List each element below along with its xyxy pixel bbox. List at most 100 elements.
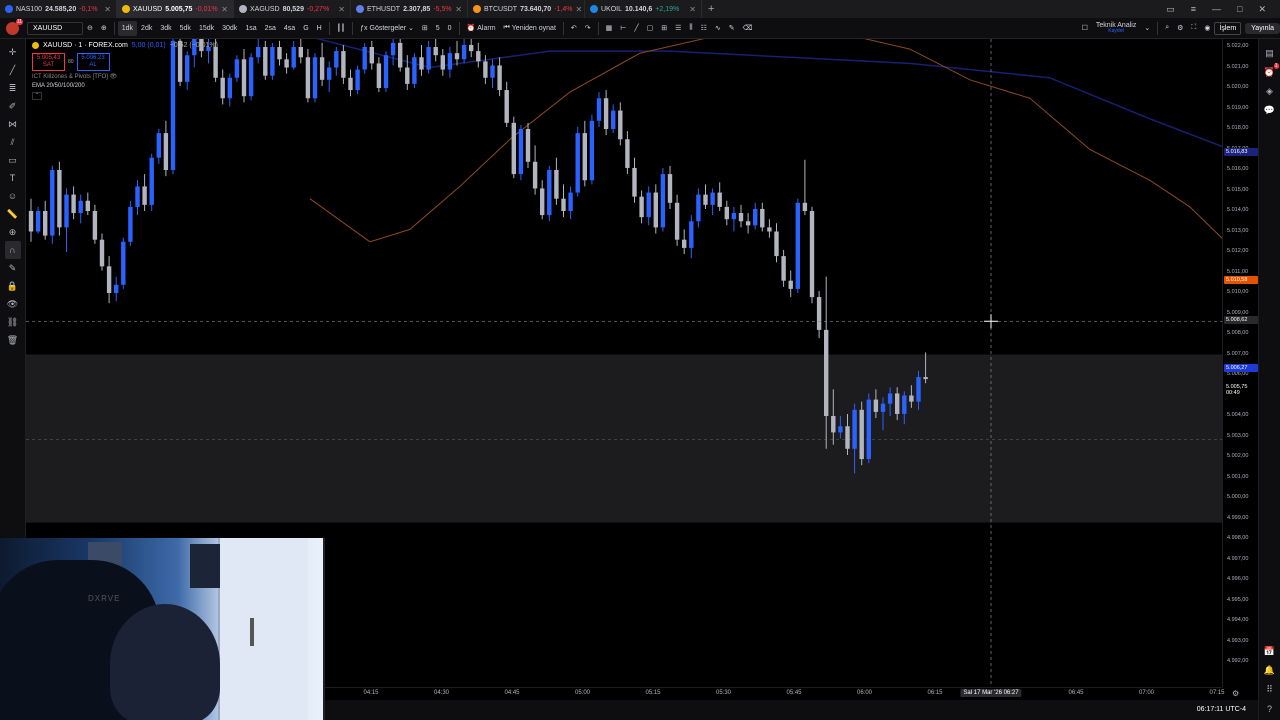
buy-button[interactable]: 5.006,23 AL	[76, 53, 110, 72]
avatar[interactable]: 11	[6, 18, 23, 35]
symbol-search[interactable]: XAUUSD	[27, 21, 83, 35]
link-icon[interactable]: ⛓	[5, 313, 21, 331]
sell-button[interactable]: 5.005,43 SAT	[32, 53, 65, 72]
trend-line-icon[interactable]: ╱	[630, 18, 642, 39]
indicator-ema[interactable]: EMA 20/50/100/200	[32, 83, 218, 89]
interval-4h[interactable]: 4sa	[280, 18, 299, 39]
fib-retracement-icon[interactable]: ≣	[5, 79, 21, 97]
close-window-icon[interactable]: ✕	[1258, 4, 1266, 15]
trade-button[interactable]: İşlem	[1214, 21, 1242, 35]
calendar-icon[interactable]: 📅	[1262, 642, 1278, 661]
indicators-button[interactable]: ƒx Göstergeler ⌄	[356, 18, 418, 39]
chart-line-icon[interactable]: ∿	[711, 18, 725, 39]
lock-icon[interactable]: 🔒	[5, 277, 21, 295]
interval-week[interactable]: H	[313, 18, 326, 39]
tab-ethusdt[interactable]: ETHUSDT 2.307,85 -5,5% ✕	[351, 0, 468, 18]
close-icon[interactable]: ✕	[455, 5, 462, 14]
fullscreen-icon[interactable]: ⛶	[1187, 18, 1200, 39]
pattern-icon[interactable]: ☷	[697, 18, 711, 39]
redo-icon[interactable]: ↷	[581, 18, 595, 39]
eraser-icon[interactable]: ⌫	[739, 18, 757, 39]
help-icon[interactable]: ?	[1262, 699, 1278, 718]
close-icon[interactable]: ✕	[104, 5, 111, 14]
ruler-icon[interactable]: 📏	[5, 205, 21, 223]
fib-icon[interactable]: ⊞	[657, 18, 671, 39]
brush-icon[interactable]: ✎	[725, 18, 739, 39]
interval-30m[interactable]: 30dk	[218, 18, 241, 39]
grid-icon[interactable]: ▦	[602, 18, 617, 39]
collapse-legend-icon[interactable]: ⌃	[32, 92, 42, 101]
alerts-icon[interactable]: ⏰ 1	[1262, 63, 1279, 82]
interval-3m[interactable]: 3dk	[156, 18, 175, 39]
tab-xagusd[interactable]: XAGUSD 80,529 -0,27% ✕	[234, 0, 351, 18]
crosshair-icon[interactable]: ✛	[5, 43, 21, 61]
legend-title[interactable]: XAUUSD · 1 · FOREX.com	[43, 42, 128, 49]
checkbox-icon[interactable]: ☐	[1078, 18, 1092, 39]
pattern-icon[interactable]: ⋈	[5, 115, 21, 133]
layers-icon[interactable]: ◈	[1262, 82, 1278, 101]
apps-icon[interactable]: ⠿	[1262, 680, 1278, 699]
interval-5m[interactable]: 5dk	[176, 18, 195, 39]
minimize-icon[interactable]: —	[1212, 4, 1221, 15]
search-icon[interactable]: ⌕	[1161, 18, 1173, 39]
horizontal-line-icon[interactable]: ⊢	[616, 18, 630, 39]
zoom-icon[interactable]: ⊕	[5, 223, 21, 241]
close-icon[interactable]: ✕	[689, 5, 696, 14]
brush-icon[interactable]: ✐	[5, 97, 21, 115]
templates-icon[interactable]: ⊞	[418, 18, 432, 39]
rectangle-icon[interactable]: ▭	[5, 151, 21, 169]
templates-count[interactable]: 5	[432, 18, 444, 39]
tab-btcusdt[interactable]: BTCUSDT 73.640,70 -1,4% ✕	[468, 0, 585, 18]
tab-ukoil[interactable]: UKOIL 10.140,6 +2,19% ✕	[585, 0, 702, 18]
watchlist-icon[interactable]: ▤	[1262, 44, 1278, 63]
close-icon[interactable]: ✕	[221, 5, 228, 14]
close-icon[interactable]: ✕	[576, 5, 583, 14]
interval-15m[interactable]: 15dk	[195, 18, 218, 39]
trash-icon[interactable]: 🗑	[5, 331, 21, 349]
candle-type-icon[interactable]: ┃┃	[333, 18, 349, 39]
tab-xauusd[interactable]: XAUUSD 5.005,75 -0,01% ✕	[117, 0, 234, 18]
eye-icon[interactable]: 👁	[5, 295, 21, 313]
rectangle-icon[interactable]: ▢	[643, 18, 658, 39]
candle-body	[575, 133, 580, 193]
bars-icon[interactable]: ⫼	[685, 18, 696, 39]
trend-line-icon[interactable]: ╱	[5, 61, 21, 79]
settings-icon[interactable]: ⚙	[1173, 18, 1187, 39]
layout-icon[interactable]: ▭	[1166, 4, 1175, 15]
menu-icon[interactable]: ≡	[1191, 4, 1196, 15]
interval-1h[interactable]: 1sa	[241, 18, 260, 39]
chat-icon[interactable]: 💬	[1262, 101, 1278, 120]
eye-icon[interactable]: 👁	[110, 74, 118, 80]
settings-icon[interactable]: ⚙	[1232, 689, 1239, 698]
compare-icon[interactable]: ⊖	[83, 18, 97, 39]
new-tab-button[interactable]: +	[702, 3, 720, 15]
chevron-down-icon[interactable]: ⌄	[1140, 18, 1154, 39]
alarm-button[interactable]: ⏰ Alarm	[463, 18, 500, 39]
list-icon[interactable]: ☰	[671, 18, 685, 39]
clock[interactable]: 06:17:11 UTC-4	[1197, 706, 1246, 713]
camera-icon[interactable]: ◉	[1200, 18, 1214, 39]
tab-nas100[interactable]: NAS100 24.585,20 -0,1% ✕	[0, 0, 117, 18]
replay-button[interactable]: ⏮ Yeniden oynat	[500, 18, 560, 39]
add-symbol-icon[interactable]: ⊕	[97, 18, 111, 39]
magnet-icon[interactable]: ∩	[4, 241, 21, 259]
indicator-killzones[interactable]: ICT Killzones & Pivots [TFO] 👁	[32, 74, 218, 80]
close-icon[interactable]: ✕	[338, 5, 345, 14]
bell-icon[interactable]: 🔔	[1262, 661, 1278, 680]
candle-body	[163, 133, 169, 170]
interval-2m[interactable]: 2dk	[137, 18, 156, 39]
alerts-count[interactable]: 0	[444, 18, 456, 39]
emoji-icon[interactable]: ☺	[5, 187, 21, 205]
parallel-channel-icon[interactable]: ⫽	[5, 133, 21, 151]
publish-button[interactable]: Yayınla	[1245, 22, 1280, 34]
interval-day[interactable]: G	[299, 18, 312, 39]
interval-1m[interactable]: 1dk	[117, 20, 138, 36]
legend-change: −0,52 (−0,01%)	[169, 42, 218, 49]
maximize-icon[interactable]: □	[1237, 4, 1242, 15]
price-axis[interactable]: 5.022,00 5.021,00 5.020,00 5.019,00 5.018,00…	[1222, 39, 1258, 687]
undo-icon[interactable]: ↶	[567, 18, 581, 39]
stay-drawing-icon[interactable]: ✎	[5, 259, 21, 277]
analysis-button[interactable]: Teknik Analiz Kaydet	[1092, 18, 1140, 39]
interval-2h[interactable]: 2sa	[261, 18, 280, 39]
text-icon[interactable]: T	[5, 169, 21, 187]
